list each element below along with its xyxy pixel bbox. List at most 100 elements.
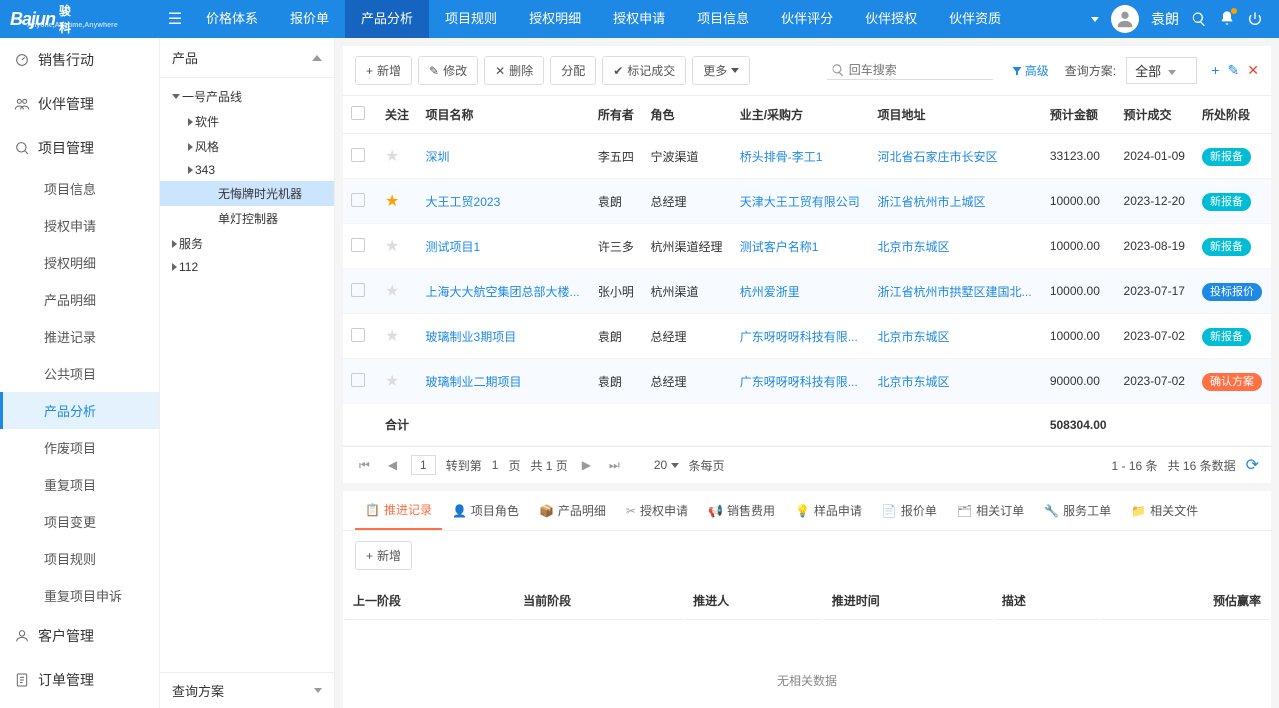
topnav-item[interactable]: 伙伴授权 [849,0,933,38]
tree-node[interactable]: 112 [160,256,334,278]
mark-button[interactable]: ✔标记成交 [602,56,686,85]
advanced-link[interactable]: 高级 [1011,62,1049,79]
delete-scheme-icon[interactable]: ✕ [1247,62,1259,79]
star-icon[interactable]: ★ [385,283,399,300]
refresh-icon[interactable]: ⟳ [1246,455,1259,475]
addr-link[interactable]: 北京市东城区 [878,240,950,254]
topnav-item[interactable]: 价格体系 [190,0,274,38]
search-input[interactable] [849,63,989,77]
checkbox-all[interactable] [351,106,365,120]
tab[interactable]: 🗂相关订单 [947,491,1034,530]
table-header[interactable]: 项目地址 [870,96,1042,134]
more-button[interactable]: 更多 [692,56,750,85]
project-name-link[interactable]: 玻璃制业二期项目 [426,375,522,389]
topnav-item[interactable]: 项目规则 [429,0,513,38]
sidebar-section[interactable]: 订单管理 [0,658,159,702]
last-page-button[interactable]: ⏭ [605,458,624,473]
topnav-item[interactable]: 报价单 [274,0,345,38]
addr-link[interactable]: 河北省石家庄市长安区 [878,150,998,164]
topnav-item[interactable]: 伙伴资质 [933,0,1017,38]
sidebar-section[interactable]: 客户管理 [0,614,159,658]
sidebar-section[interactable]: 伙伴管理 [0,82,159,126]
search-icon[interactable] [1191,11,1207,27]
row-checkbox[interactable] [351,283,365,297]
menu-toggle-icon[interactable]: ☰ [160,9,190,29]
topnav-item[interactable]: 授权申请 [597,0,681,38]
avatar[interactable] [1111,5,1139,33]
sidebar-item[interactable]: 推进记录 [0,318,159,355]
topnav-more-icon[interactable] [1079,0,1111,38]
star-icon[interactable]: ★ [385,328,399,345]
tree-node[interactable]: 一号产品线 [160,84,334,109]
sidebar-item[interactable]: 公共项目 [0,355,159,392]
tree-footer[interactable]: 查询方案 [160,672,334,708]
sidebar-item[interactable]: 授权申请 [0,207,159,244]
topnav-item[interactable]: 伙伴评分 [765,0,849,38]
buyer-link[interactable]: 广东呀呀呀科技有限... [740,375,858,389]
table-row[interactable]: ★大王工贸2023袁朗总经理天津大王工贸有限公司浙江省杭州市上城区10000.0… [343,179,1271,224]
scheme-select[interactable]: 全部 [1126,57,1197,84]
table-header[interactable]: 所处阶段 [1194,96,1271,134]
edit-scheme-icon[interactable]: ✎ [1228,62,1240,79]
delete-button[interactable]: ✕删除 [484,56,544,85]
table-header[interactable]: 所有者 [590,96,643,134]
buyer-link[interactable]: 杭州爱浙里 [740,285,800,299]
tab[interactable]: 📄报价单 [872,491,947,530]
star-icon[interactable]: ★ [385,148,399,165]
tab[interactable]: 💡样品申请 [785,491,872,530]
project-name-link[interactable]: 大王工贸2023 [426,195,501,209]
table-header[interactable]: 角色 [643,96,732,134]
table-header[interactable]: 预计金额 [1042,96,1116,134]
sidebar-item[interactable]: 授权明细 [0,244,159,281]
tab[interactable]: ✂授权申请 [616,491,698,530]
next-page-button[interactable]: ▶ [578,458,595,472]
table-row[interactable]: ★测试项目1许三多杭州渠道经理测试客户名称1北京市东城区10000.002023… [343,224,1271,269]
tree-header[interactable]: 产品 [160,38,334,78]
bell-button[interactable] [1219,10,1235,29]
star-icon[interactable]: ★ [385,193,399,210]
sidebar-section[interactable]: 项目管理 [0,126,159,170]
sidebar-item[interactable]: 重复项目申诉 [0,577,159,614]
project-name-link[interactable]: 深圳 [426,150,450,164]
tree-node[interactable]: 343 [160,159,334,181]
sidebar-item[interactable]: 产品分析 [0,392,159,429]
add-button[interactable]: +新增 [355,56,412,85]
row-checkbox[interactable] [351,238,365,252]
sidebar-item[interactable]: 作废项目 [0,429,159,466]
table-header[interactable]: 预计成交 [1116,96,1194,134]
topnav-item[interactable]: 项目信息 [681,0,765,38]
first-page-button[interactable]: ⏮ [355,458,374,473]
sub-add-button[interactable]: +新增 [355,541,412,570]
topnav-item[interactable]: 授权明细 [513,0,597,38]
sidebar-section[interactable]: 销售行动 [0,38,159,82]
table-header[interactable]: 关注 [377,96,418,134]
project-name-link[interactable]: 玻璃制业3期项目 [426,330,517,344]
page-size[interactable]: 20 [654,458,679,472]
addr-link[interactable]: 北京市东城区 [878,330,950,344]
table-row[interactable]: ★深圳李五四宁波渠道桥头排骨-李工1河北省石家庄市长安区33123.002024… [343,134,1271,179]
sidebar-item[interactable]: 项目规则 [0,540,159,577]
table-wrap[interactable]: 关注项目名称所有者角色业主/采购方项目地址预计金额预计成交所处阶段 ★深圳李五四… [343,96,1271,446]
tree-node[interactable]: 无悔牌时光机器 [160,181,334,206]
buyer-link[interactable]: 测试客户名称1 [740,240,819,254]
tree-node[interactable]: 单灯控制器 [160,206,334,231]
buyer-link[interactable]: 广东呀呀呀科技有限... [740,330,858,344]
table-header[interactable]: 业主/采购方 [732,96,870,134]
table-header[interactable]: 项目名称 [418,96,590,134]
buyer-link[interactable]: 天津大王工贸有限公司 [740,195,860,209]
table-row[interactable]: ★玻璃制业3期项目袁朗总经理广东呀呀呀科技有限...北京市东城区10000.00… [343,314,1271,359]
sidebar-item[interactable]: 重复项目 [0,466,159,503]
table-row[interactable]: ★玻璃制业二期项目袁朗总经理广东呀呀呀科技有限...北京市东城区90000.00… [343,359,1271,404]
sidebar-item[interactable]: 项目变更 [0,503,159,540]
addr-link[interactable]: 北京市东城区 [878,375,950,389]
row-checkbox[interactable] [351,373,365,387]
tab[interactable]: 📦产品明细 [529,491,616,530]
edit-button[interactable]: ✎修改 [418,56,478,85]
row-checkbox[interactable] [351,193,365,207]
star-icon[interactable]: ★ [385,373,399,390]
tree-node[interactable]: 风格 [160,134,334,159]
tab[interactable]: 📁相关文件 [1121,491,1208,530]
addr-link[interactable]: 浙江省杭州市上城区 [878,195,986,209]
tree-node[interactable]: 服务 [160,231,334,256]
power-icon[interactable] [1247,11,1263,27]
